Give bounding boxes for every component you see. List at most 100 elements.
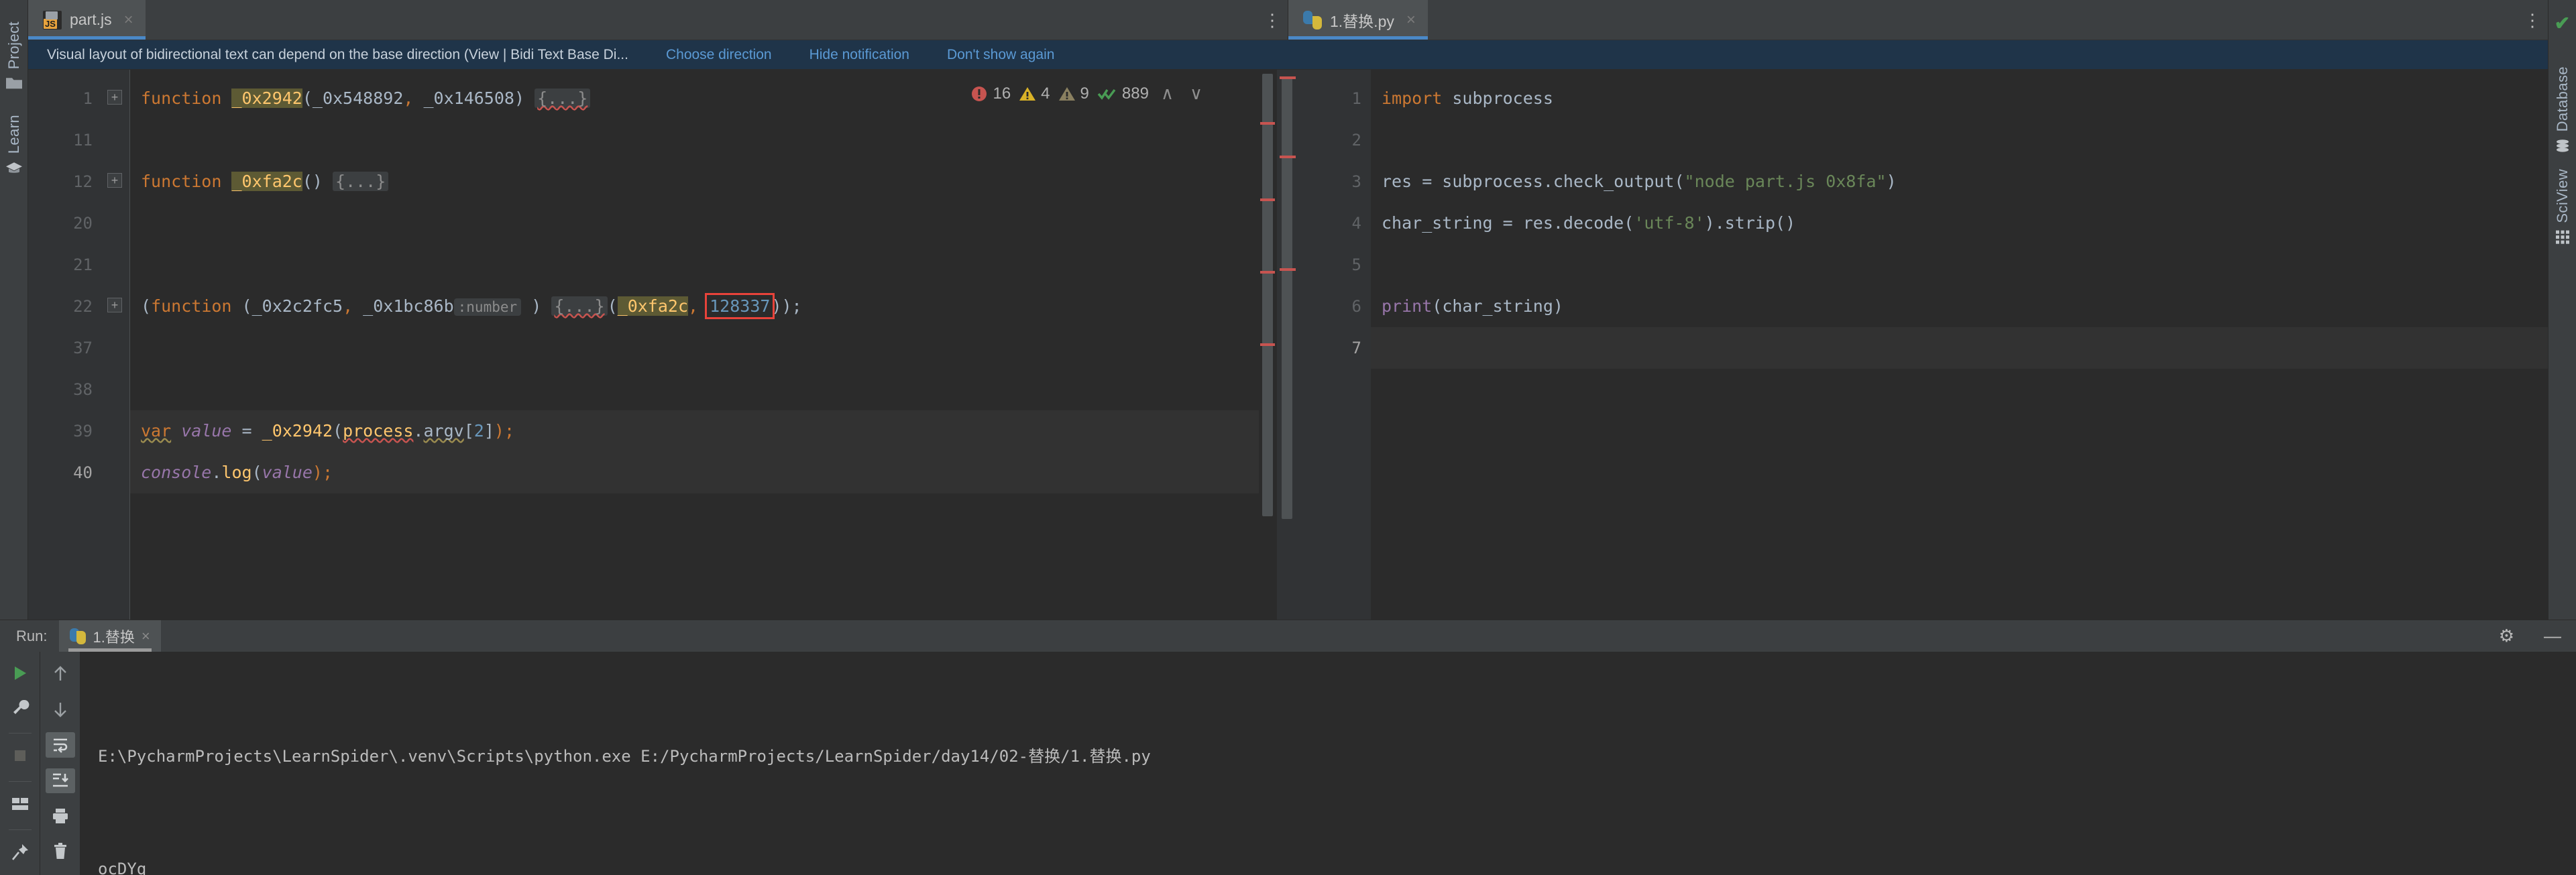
previous-occurrence-button[interactable] bbox=[46, 661, 75, 686]
token-keyword: var bbox=[141, 421, 172, 441]
tab-replace-py[interactable]: 1.替换.py × bbox=[1288, 0, 1428, 40]
hide-notification-link[interactable]: Hide notification bbox=[809, 47, 909, 63]
token-paren: ( bbox=[141, 296, 152, 316]
token-bracket: ] bbox=[484, 421, 494, 441]
stop-button[interactable] bbox=[5, 744, 35, 767]
code-content-part-js[interactable]: 16 4 9 889 ∧ ∨ function _0x2942(_0x54889… bbox=[130, 70, 1259, 620]
print-button[interactable] bbox=[46, 804, 75, 829]
token-param: _0x548892 bbox=[312, 89, 404, 108]
editor-tab-bar: JS part.js × ⋮ 1.替换.py × ⋮ bbox=[28, 0, 2548, 40]
rerun-button[interactable] bbox=[5, 661, 35, 685]
run-console-output[interactable]: E:\PycharmProjects\LearnSpider\.venv\Scr… bbox=[80, 652, 2576, 875]
clear-all-button[interactable] bbox=[46, 839, 75, 864]
tab-part-js[interactable]: JS part.js × bbox=[28, 0, 146, 40]
token-paren: ) bbox=[514, 89, 525, 108]
soft-wrap-button[interactable] bbox=[45, 732, 75, 758]
token-keyword: function bbox=[151, 296, 232, 316]
token-param: _0x1bc86b bbox=[363, 296, 454, 316]
token-string: "node part.js 0x8fa" bbox=[1684, 172, 1887, 191]
arrow-down-icon bbox=[54, 702, 66, 717]
editor-scrollbar-thumb[interactable] bbox=[1282, 76, 1292, 519]
code-line: import subprocess bbox=[1371, 78, 2548, 119]
token-module: subprocess bbox=[1442, 89, 1553, 108]
token-function-name: _0x2942 bbox=[231, 89, 302, 108]
token-number: 2 bbox=[473, 421, 484, 441]
error-stripe-mark[interactable] bbox=[1280, 268, 1296, 271]
tab-label: part.js bbox=[70, 11, 112, 28]
sidebar-item-project[interactable]: Project bbox=[5, 7, 23, 100]
next-occurrence-button[interactable] bbox=[46, 697, 75, 721]
folded-block[interactable]: {...} bbox=[535, 89, 591, 108]
settings-gear-icon[interactable]: ⚙ bbox=[2484, 626, 2529, 646]
line-number: 1 bbox=[1351, 89, 1361, 108]
inspection-status-widget[interactable]: 16 4 9 889 ∧ ∨ bbox=[970, 83, 1207, 104]
error-stripe-mark[interactable] bbox=[1260, 271, 1275, 274]
play-icon bbox=[14, 666, 26, 680]
fold-row bbox=[101, 410, 130, 452]
token-operator: = bbox=[231, 421, 262, 441]
scroll-end-icon bbox=[52, 773, 68, 787]
line-number: 39 bbox=[73, 422, 93, 441]
weak-warning-icon bbox=[1058, 86, 1075, 101]
layout-button[interactable] bbox=[5, 793, 35, 816]
line-number: 2 bbox=[1351, 131, 1361, 150]
token-end: ); bbox=[312, 463, 333, 482]
highlighted-number: 128337 bbox=[705, 293, 775, 319]
close-icon[interactable]: × bbox=[124, 11, 133, 30]
line-number: 4 bbox=[1351, 214, 1361, 233]
line-number: 20 bbox=[73, 214, 93, 233]
arrow-up-icon bbox=[54, 665, 66, 681]
toolbar-divider bbox=[8, 780, 32, 782]
folded-block[interactable]: {...} bbox=[551, 296, 608, 316]
fold-toggle-icon[interactable]: + bbox=[107, 298, 122, 312]
error-stripe-left[interactable] bbox=[1259, 70, 1276, 620]
run-configuration-tab[interactable]: 1.替换 × bbox=[59, 620, 161, 652]
vertical-dots-icon: ⋮ bbox=[1264, 9, 1281, 30]
error-stripe-mark[interactable] bbox=[1260, 198, 1275, 201]
fold-toggle-icon[interactable]: + bbox=[107, 90, 122, 105]
sidebar-item-database[interactable]: Database bbox=[2554, 52, 2571, 154]
token-variable: value bbox=[262, 463, 313, 482]
editor-scrollbar-thumb[interactable] bbox=[1262, 74, 1273, 516]
error-stripe-mark[interactable] bbox=[1280, 156, 1296, 158]
error-stripe-mark[interactable] bbox=[1280, 76, 1296, 79]
close-icon[interactable]: × bbox=[1406, 11, 1416, 30]
fold-row bbox=[101, 452, 130, 493]
tab-options-menu-right[interactable]: ⋮ bbox=[2517, 0, 2548, 40]
dont-show-again-link[interactable]: Don't show again bbox=[947, 47, 1054, 63]
edit-configuration-button[interactable] bbox=[5, 695, 35, 719]
minimize-icon[interactable]: — bbox=[2529, 626, 2576, 646]
close-icon[interactable]: × bbox=[142, 628, 150, 645]
folded-block[interactable]: {...} bbox=[333, 172, 389, 191]
error-stripe-right[interactable] bbox=[1277, 70, 1297, 620]
choose-direction-link[interactable]: Choose direction bbox=[666, 47, 772, 63]
fold-row bbox=[101, 327, 130, 369]
fold-row: + bbox=[101, 161, 130, 202]
line-number: 3 bbox=[1351, 172, 1361, 191]
next-problem-icon[interactable]: ∨ bbox=[1186, 83, 1207, 104]
token-expression: (char_string) bbox=[1432, 296, 1563, 316]
fold-toggle-icon[interactable]: + bbox=[107, 173, 122, 188]
code-line: console.log(value); bbox=[130, 452, 1259, 493]
sidebar-item-learn[interactable]: Learn bbox=[5, 100, 23, 184]
token-string: 'utf-8' bbox=[1634, 213, 1705, 233]
scroll-to-end-button[interactable] bbox=[45, 768, 75, 793]
previous-problem-icon[interactable]: ∧ bbox=[1157, 83, 1178, 104]
error-stripe-mark[interactable] bbox=[1260, 343, 1275, 346]
sidebar-item-label: Database bbox=[2553, 66, 2571, 132]
line-number: 40 bbox=[73, 463, 93, 482]
sidebar-item-sciview[interactable]: SciView bbox=[2554, 154, 2571, 254]
code-content-replace-py[interactable]: import subprocess res = subprocess.check… bbox=[1371, 70, 2548, 620]
error-stripe-mark[interactable] bbox=[1260, 122, 1275, 125]
token-paren: ) bbox=[1886, 172, 1897, 191]
tab-options-menu-left[interactable]: ⋮ bbox=[1257, 0, 1288, 40]
pin-tab-button[interactable] bbox=[5, 841, 35, 864]
tab-group-left: JS part.js × ⋮ bbox=[28, 0, 1288, 40]
token-comma: , bbox=[403, 89, 414, 108]
pycharm-window: Project Learn JS part.js × ⋮ 1.替换.py × ⋮… bbox=[0, 0, 2576, 875]
token-comma: , bbox=[688, 296, 709, 316]
